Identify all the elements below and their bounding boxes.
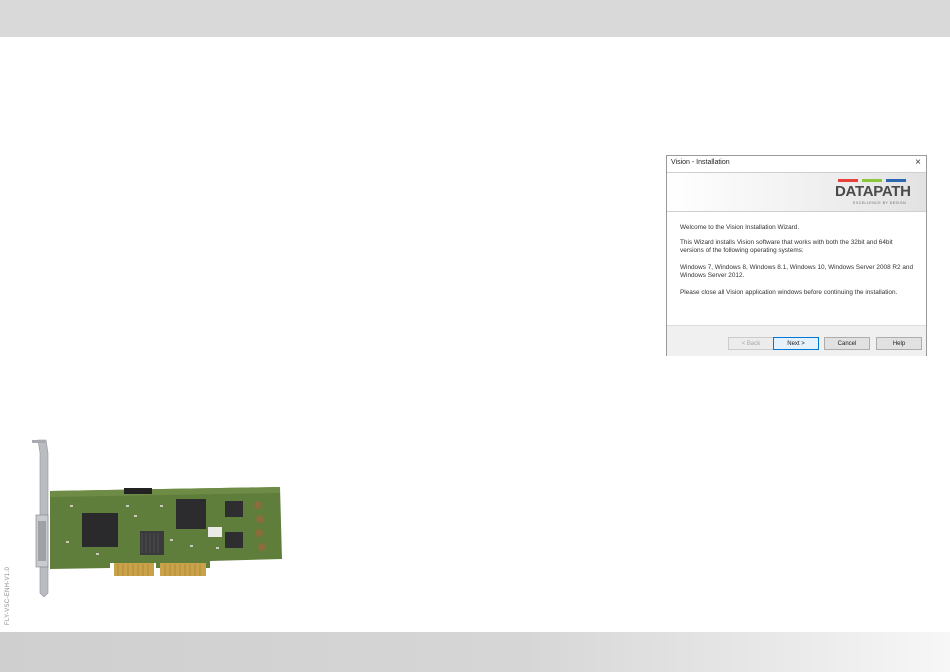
dialog-banner: DATAPATH EXCELLENCE BY DESIGN	[667, 172, 926, 212]
document-code: FLY-VSC-ENH-V1.0	[5, 566, 11, 625]
os-list-text: Windows 7, Windows 8, Windows 8.1, Windo…	[680, 264, 914, 279]
help-button[interactable]: Help	[876, 337, 922, 350]
capture-card-photo	[32, 439, 282, 598]
close-windows-note: Please close all Vision application wind…	[680, 289, 898, 296]
intro-text: This Wizard installs Vision software tha…	[680, 239, 893, 254]
datapath-logo-bars	[838, 179, 906, 182]
installation-dialog: Vision - Installation × DATAPATH EXCELLE…	[666, 155, 927, 356]
next-button[interactable]: Next >	[773, 337, 819, 350]
welcome-text: Welcome to the Vision Installation Wizar…	[680, 224, 800, 231]
dialog-footer: < Back Next > Cancel Help	[667, 325, 926, 356]
datapath-logo-text: DATAPATH	[835, 183, 911, 200]
back-button[interactable]: < Back	[728, 337, 774, 350]
cancel-button[interactable]: Cancel	[824, 337, 870, 350]
close-icon[interactable]: ×	[915, 157, 921, 169]
dialog-content: Welcome to the Vision Installation Wizar…	[667, 212, 926, 325]
dialog-titlebar: Vision - Installation ×	[667, 156, 926, 172]
bottom-footer-band	[0, 632, 950, 672]
datapath-logo-tagline: EXCELLENCE BY DESIGN	[853, 201, 907, 205]
top-header-band	[0, 0, 950, 37]
dialog-title: Vision - Installation	[671, 159, 730, 166]
